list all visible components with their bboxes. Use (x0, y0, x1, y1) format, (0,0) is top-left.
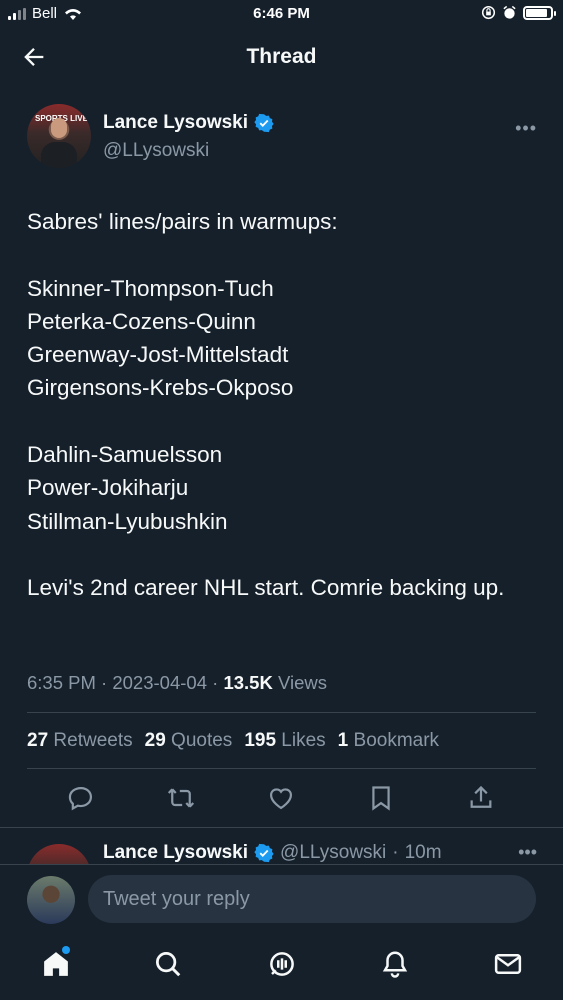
reply-icon[interactable] (67, 784, 95, 812)
tweet-actions (0, 784, 563, 814)
author-name: Lance Lysowski (103, 112, 249, 133)
divider (0, 864, 563, 865)
tweet-time[interactable]: 6:35 PM (27, 672, 96, 693)
verified-badge-icon (254, 113, 274, 133)
status-icons (481, 5, 556, 20)
author-name-row[interactable]: Lance Lysowski (103, 112, 274, 134)
thread-header: Thread (0, 30, 563, 84)
divider (27, 768, 536, 769)
tweet-text: Sabres' lines/pairs in warmups: Skinner-… (27, 209, 505, 601)
battery-icon (523, 5, 556, 20)
status-bar: Bell 6:46 PM (0, 0, 563, 30)
reply-tweet-preview[interactable]: Lance Lysowski @LLysowski · 10m ••• (0, 840, 563, 864)
views-count: 13.5K (223, 672, 273, 693)
like-icon[interactable] (267, 784, 295, 812)
notifications-icon[interactable] (380, 949, 410, 979)
home-unread-dot (62, 946, 70, 954)
messages-icon[interactable] (493, 949, 523, 979)
tweet-date[interactable]: 2023-04-04 (112, 672, 207, 693)
retweet-icon[interactable] (167, 784, 195, 812)
reply-author-name: Lance Lysowski (103, 842, 249, 863)
stat-retweets[interactable]: 27 Retweets (27, 730, 133, 752)
spaces-icon[interactable] (267, 949, 297, 979)
reply-author-handle: @LLysowski (280, 842, 387, 863)
status-time: 6:46 PM (253, 5, 310, 22)
reply-composer (0, 864, 563, 934)
stat-likes[interactable]: 195 Likes (244, 730, 325, 752)
reply-age: 10m (404, 842, 442, 863)
author-handle[interactable]: @LLysowski (103, 140, 209, 162)
my-avatar[interactable] (27, 876, 75, 924)
views-label: Views (277, 672, 327, 693)
reply-author-row: Lance Lysowski @LLysowski · 10m (103, 842, 442, 863)
reply-input[interactable] (88, 875, 536, 923)
thread-divider (0, 827, 563, 828)
bottom-tab-bar (0, 934, 563, 1000)
more-icon[interactable]: ••• (515, 118, 537, 139)
bookmark-icon[interactable] (367, 784, 395, 812)
tweet-meta: 6:35 PM · 2023-04-04 · 13.5K Views (27, 672, 327, 693)
verified-badge-icon (254, 843, 274, 863)
divider (27, 712, 536, 713)
stat-quotes[interactable]: 29 Quotes (145, 730, 233, 752)
author-avatar[interactable]: SPORTS LIVE (27, 104, 91, 168)
reply-avatar[interactable] (27, 844, 91, 864)
alarm-icon (503, 5, 516, 19)
tweet-stats: 27 Retweets 29 Quotes 195 Likes 1 Bookma… (27, 730, 439, 752)
stat-bookmarks[interactable]: 1 Bookmark (338, 730, 439, 752)
search-icon[interactable] (153, 949, 183, 979)
page-title: Thread (246, 45, 317, 68)
more-icon[interactable]: ••• (518, 842, 537, 863)
share-icon[interactable] (467, 784, 495, 812)
orientation-lock-icon (481, 5, 496, 20)
